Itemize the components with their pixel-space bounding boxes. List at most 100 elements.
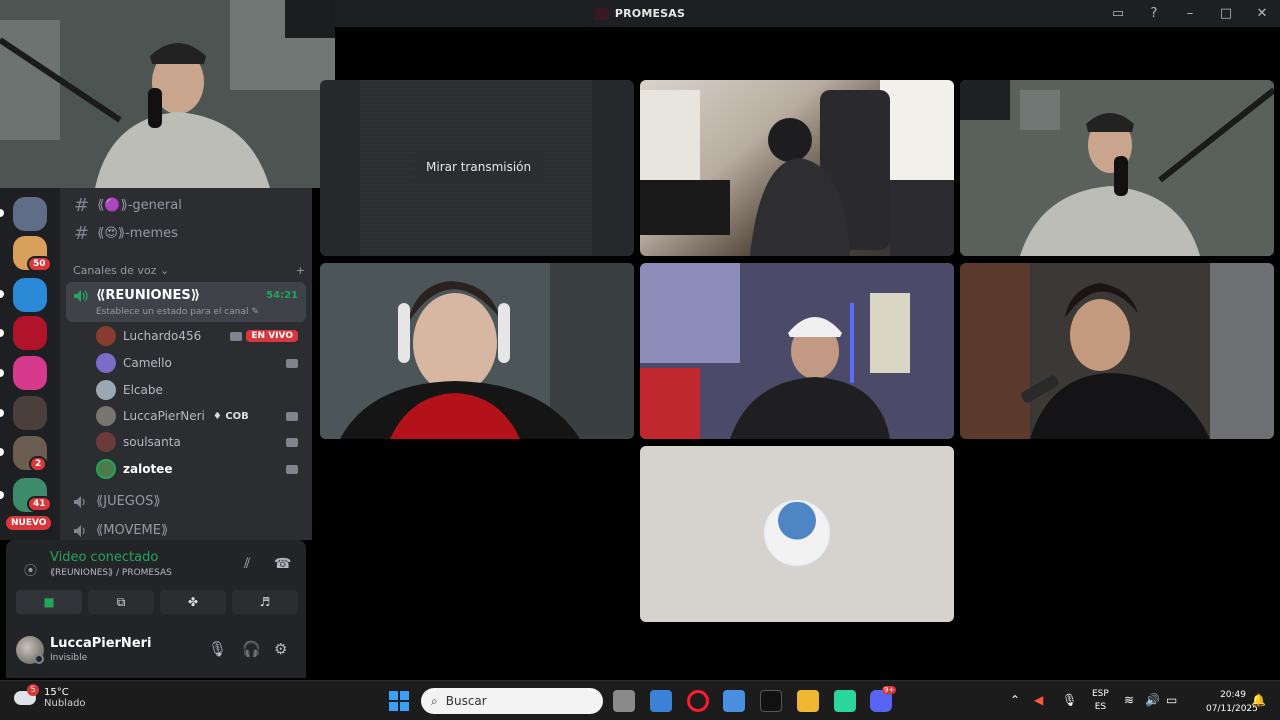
text-channel[interactable]: # ⟪🟣⟫-general (74, 195, 182, 216)
disconnect-icon[interactable]: ☎ (274, 556, 291, 572)
voice-member[interactable]: soulsanta (96, 431, 304, 453)
channel-status-text: Establece un estado para el canal (96, 307, 249, 317)
voice-member[interactable]: zalotee (96, 458, 304, 480)
avatar (96, 326, 116, 346)
chevron-up-icon[interactable]: ⌃ (1010, 693, 1020, 707)
channel-status-prompt[interactable]: Establece un estado para el canal ✎ (96, 307, 259, 317)
weather-widget[interactable]: 5 15°C Nublado (14, 684, 86, 709)
speaker-icon (74, 495, 85, 508)
game-app-icon[interactable] (834, 690, 856, 712)
avatar (96, 406, 116, 426)
store-icon[interactable] (723, 690, 745, 712)
volume-icon[interactable]: 🔊 (1145, 693, 1160, 707)
opera-icon[interactable] (687, 690, 709, 712)
voice-member[interactable]: LuccaPierNeri ♦ COB (96, 405, 304, 427)
video-tile[interactable] (960, 263, 1274, 439)
search-icon: ⌕ (431, 693, 438, 708)
notifications-icon[interactable]: 🔔 (1251, 693, 1266, 707)
stream-tile[interactable]: Mirar transmisión (320, 80, 634, 256)
active-voice-channel[interactable]: ⟪REUNIONES⟫ 54:21 Establece un estado pa… (66, 282, 306, 322)
headphones-icon[interactable]: 🎧 (242, 640, 261, 658)
channel-list: # ⟪🟣⟫-general # ⟪😍⟫-memes Canales de voz… (60, 188, 312, 540)
video-tile[interactable] (640, 263, 954, 439)
voice-channel[interactable]: ⟪MOVEME⟫ (74, 523, 168, 538)
noise-suppression-icon[interactable]: ⫽ (244, 556, 250, 572)
user-status: Invisible (50, 653, 88, 663)
new-badge[interactable]: NUEVO (6, 516, 52, 530)
participant-video (960, 263, 1274, 439)
connection-status[interactable]: Video conectado (50, 550, 158, 565)
voice-member[interactable]: Camello (96, 352, 304, 374)
activities-button[interactable]: ✤ (160, 590, 226, 614)
voice-member[interactable]: Luchardo456 EN VIVO (96, 325, 304, 347)
connection-location: ⟪REUNIONES⟫ / PROMESAS (50, 568, 172, 578)
hash-icon: # (74, 223, 90, 244)
soundboard-button[interactable]: ♬ (232, 590, 298, 614)
signal-icon[interactable]: ⦿ (24, 560, 37, 579)
text-channel[interactable]: # ⟪😍⟫-memes (74, 223, 178, 244)
video-tile-camera-off[interactable] (640, 446, 954, 622)
help-icon[interactable]: ? (1136, 0, 1172, 27)
voice-member[interactable]: Elcabe (96, 379, 304, 401)
watch-stream-button[interactable]: Mirar transmisión (413, 152, 545, 182)
tiktok-icon[interactable] (760, 690, 782, 712)
camera-toggle-button[interactable]: ■ (16, 590, 82, 614)
start-button[interactable] (389, 691, 409, 711)
maximize-button[interactable]: □ (1208, 0, 1244, 27)
search-placeholder: Buscar (445, 694, 487, 708)
activities-icon: ✤ (187, 595, 199, 609)
participant-video (640, 263, 954, 439)
outlook-icon[interactable] (650, 690, 672, 712)
wifi-icon[interactable]: ≋ (1124, 693, 1134, 707)
unread-indicator (0, 448, 4, 456)
member-name: Elcabe (123, 383, 163, 397)
unread-indicator (0, 369, 4, 377)
clock[interactable]: 20:49 07/11/2025 (1206, 688, 1258, 716)
server-icon (594, 7, 609, 20)
server-star[interactable] (13, 197, 47, 231)
battery-icon[interactable]: ▭ (1166, 693, 1177, 707)
windows-logo-pane (400, 691, 409, 700)
weather-description: Nublado (44, 698, 86, 709)
microphone-icon[interactable]: 🎙 (1062, 693, 1077, 707)
self-camera-preview[interactable] (0, 0, 335, 188)
screen-share-button[interactable]: ⧉ (88, 590, 154, 614)
temperature: 15°C (44, 687, 69, 698)
voice-category-header[interactable]: Canales de voz ⌄ + (73, 264, 305, 277)
inbox-icon[interactable]: ▭ (1100, 0, 1136, 27)
close-button[interactable]: ✕ (1244, 0, 1280, 27)
voice-channel-name: ⟪REUNIONES⟫ (96, 288, 201, 303)
microphone-icon[interactable]: 🎙 (208, 640, 227, 658)
discord-window: PROMESAS ▭ ? – □ ✕ 50 2 41 NUEVO # ⟪🟣⟫-g… (0, 0, 1280, 680)
call-timer: 54:21 (266, 290, 298, 301)
gear-icon[interactable]: ⚙ (274, 640, 287, 658)
video-camera-icon: ■ (43, 595, 55, 609)
member-name: zalotee (123, 462, 173, 476)
cloud-icon: 5 (14, 684, 39, 705)
video-tile[interactable] (640, 80, 954, 256)
language-code: ESP (1092, 689, 1109, 699)
keyboard-layout: ES (1094, 702, 1107, 712)
clan-tag: ♦ COB (212, 410, 249, 422)
file-explorer-icon[interactable] (797, 690, 819, 712)
participant-video (640, 80, 954, 256)
video-tile[interactable] (320, 263, 634, 439)
member-name: soulsanta (123, 435, 181, 449)
server-red[interactable] (13, 316, 47, 350)
language-indicator[interactable]: ESP ES (1092, 688, 1109, 714)
window-title: PROMESAS (594, 7, 685, 20)
taskbar-search[interactable]: ⌕ Buscar (421, 688, 603, 714)
server-blue[interactable] (13, 278, 47, 312)
username[interactable]: LuccaPierNeri (50, 636, 152, 651)
windows-logo-pane (400, 702, 409, 711)
add-channel-icon[interactable]: + (296, 264, 305, 277)
minimize-button[interactable]: – (1172, 0, 1208, 27)
server-dark[interactable] (13, 396, 47, 430)
server-pink[interactable] (13, 356, 47, 390)
tray-app-icon[interactable]: ◀ (1034, 693, 1043, 707)
unread-indicator (0, 491, 4, 499)
voice-channel[interactable]: ⟪JUEGOS⟫ (74, 494, 161, 509)
video-tile[interactable] (960, 80, 1274, 256)
task-view-icon[interactable] (613, 690, 635, 712)
channel-label: ⟪🟣⟫-general (97, 198, 182, 213)
